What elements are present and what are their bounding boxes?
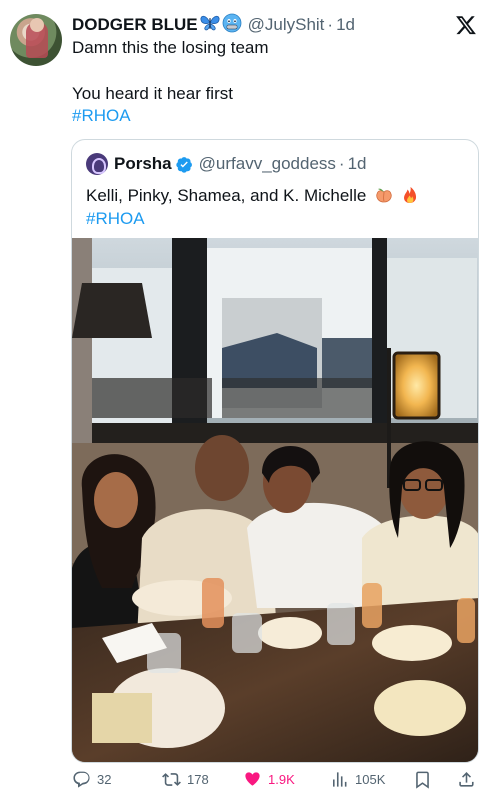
views-icon — [333, 772, 347, 787]
tweet[interactable]: DODGER BLUE @JulyShit · 1d Damn this the… — [0, 0, 489, 799]
views-count: 105K — [355, 772, 386, 787]
action-bar: 32 178 1.9K 105K — [0, 770, 489, 792]
quote-text-line: Kelli, Pinky, Shamea, and K. Michelle — [86, 186, 419, 209]
heart-icon — [245, 772, 260, 786]
fire-icon — [401, 186, 419, 209]
tweet-text-line2: You heard it hear first — [72, 84, 233, 103]
quote-timestamp[interactable]: 1d — [348, 154, 367, 174]
separator-dot: · — [327, 15, 334, 34]
quote-hashtag[interactable]: #RHOA — [86, 209, 145, 229]
reply-count: 32 — [97, 772, 112, 787]
bookmark-button[interactable] — [413, 770, 438, 789]
verified-badge-icon — [175, 156, 192, 173]
x-logo-icon[interactable] — [455, 14, 477, 36]
tweet-text-line1: Damn this the losing team — [72, 38, 269, 57]
bookmark-icon — [416, 771, 429, 789]
peach-icon — [375, 186, 393, 209]
share-button[interactable] — [457, 770, 482, 789]
like-button[interactable]: 1.9K — [243, 770, 295, 789]
like-count: 1.9K — [268, 772, 295, 787]
avatar[interactable] — [10, 14, 62, 66]
butterfly-icon — [200, 14, 220, 37]
timestamp[interactable]: 1d — [336, 15, 355, 35]
quote-header: Porsha @urfavv_goddess · 1d — [86, 153, 367, 175]
repost-icon — [162, 773, 181, 786]
tweet-hashtag[interactable]: #RHOA — [72, 106, 131, 126]
repost-button[interactable]: 178 — [162, 770, 209, 789]
quote-author-name[interactable]: Porsha — [114, 154, 172, 174]
share-icon — [459, 772, 474, 787]
author-name[interactable]: DODGER BLUE — [72, 15, 198, 35]
tweet-header: DODGER BLUE @JulyShit · 1d — [72, 13, 355, 37]
reply-button[interactable]: 32 — [72, 770, 111, 789]
quote-avatar[interactable] — [86, 153, 108, 175]
repost-count: 178 — [187, 772, 209, 787]
cold-face-icon — [222, 13, 242, 38]
quote-author-handle[interactable]: @urfavv_goddess — [199, 154, 336, 174]
reply-icon — [73, 771, 90, 788]
views-button[interactable]: 105K — [330, 770, 385, 789]
quote-photo[interactable] — [72, 238, 478, 762]
quote-text: Kelli, Pinky, Shamea, and K. Michelle — [86, 186, 367, 205]
quote-separator-dot: · — [338, 154, 345, 173]
author-handle[interactable]: @JulyShit — [248, 15, 325, 35]
quoted-tweet[interactable]: Porsha @urfavv_goddess · 1d Kelli, Pinky… — [71, 139, 479, 763]
group-photo-image — [72, 238, 478, 762]
